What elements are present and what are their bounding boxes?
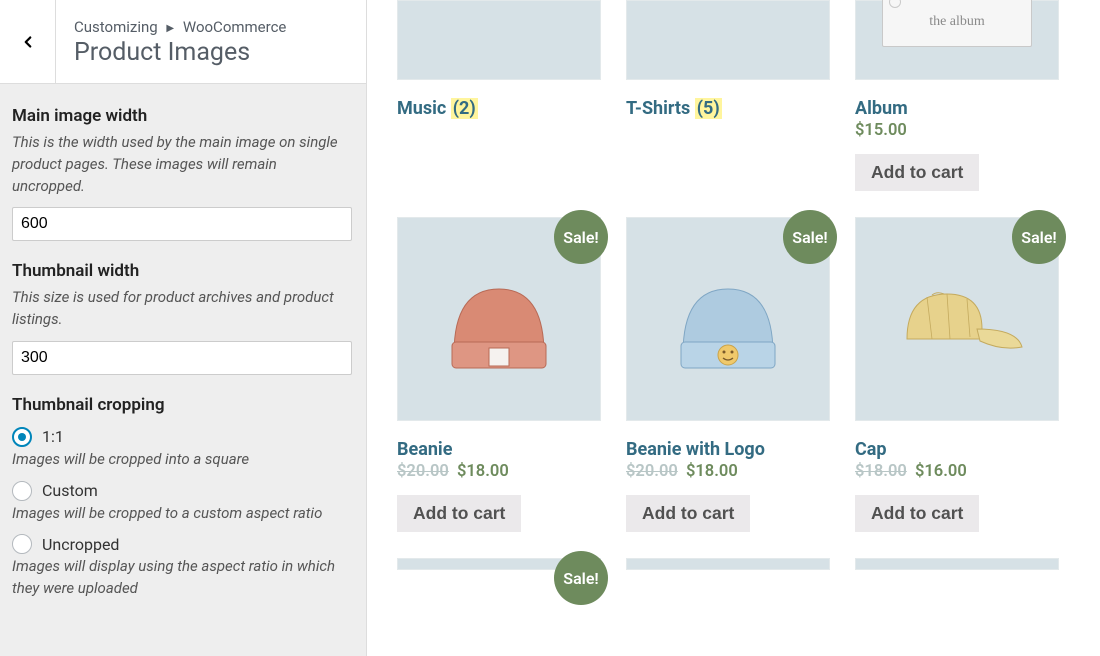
product-image	[855, 558, 1059, 570]
radio-uncropped-label: Uncropped	[42, 535, 119, 554]
page-title: Product Images	[74, 38, 286, 67]
product-image: Sale!	[397, 217, 601, 421]
sale-badge: Sale!	[1012, 210, 1066, 264]
product-image-link[interactable]: Sale!	[626, 217, 830, 421]
category-count: (2)	[451, 98, 478, 119]
product-title: Album	[855, 98, 1059, 119]
price-value: $15.00	[855, 121, 907, 140]
add-to-cart-button[interactable]: Add to cart	[626, 495, 750, 532]
thumbnail-width-input[interactable]	[12, 341, 352, 375]
product-image-link[interactable]: Sale!	[397, 217, 601, 421]
new-price: $18.00	[686, 462, 738, 481]
old-price: $20.00	[626, 462, 678, 481]
product-image: Sale!	[397, 558, 601, 570]
category-title: T-Shirts (5)	[626, 98, 830, 119]
radio-custom-label: Custom	[42, 481, 98, 500]
beanie-logo-icon	[663, 264, 793, 374]
add-to-cart-button[interactable]: Add to cart	[855, 495, 979, 532]
product-price: $20.00 $18.00	[626, 462, 830, 481]
product-title: Cap	[855, 439, 1059, 460]
thumbnail-cropping-label: Thumbnail cropping	[12, 395, 352, 415]
product-card-cap: Sale! Cap $18.00 $16.00 Add to cart	[855, 217, 1059, 532]
sale-badge: Sale!	[554, 210, 608, 264]
product-title: Beanie with Logo	[626, 439, 830, 460]
sidebar-header: Customizing ▶ WooCommerce Product Images	[0, 0, 366, 84]
customizer-sidebar: Customizing ▶ WooCommerce Product Images…	[0, 0, 367, 656]
main-image-width-input[interactable]	[12, 207, 352, 241]
product-image-link[interactable]: the album	[855, 0, 1059, 80]
album-cover-icon: the album	[882, 0, 1032, 47]
cap-icon	[882, 269, 1032, 369]
product-card-peek	[626, 558, 830, 570]
chevron-left-icon	[19, 33, 37, 51]
product-card-album: the album Album $15.00 Add to cart	[855, 0, 1059, 191]
product-image-link[interactable]: Sale!	[855, 217, 1059, 421]
category-count: (5)	[695, 98, 722, 119]
sidebar-title-block: Customizing ▶ WooCommerce Product Images	[56, 0, 304, 83]
radio-uncropped[interactable]	[12, 534, 32, 554]
album-cover-text: the album	[929, 14, 985, 30]
breadcrumb: Customizing ▶ WooCommerce	[74, 18, 286, 36]
radio-1-1[interactable]	[12, 427, 32, 447]
main-image-width-label: Main image width	[12, 106, 352, 126]
radio-custom-desc: Images will be cropped to a custom aspec…	[12, 503, 352, 525]
old-price: $20.00	[397, 462, 449, 481]
product-price: $18.00 $16.00	[855, 462, 1059, 481]
cropping-option-custom[interactable]: Custom	[12, 481, 352, 501]
cropping-option-1-1[interactable]: 1:1	[12, 427, 352, 447]
product-image	[626, 558, 830, 570]
back-button[interactable]	[0, 0, 56, 83]
preview-pane: Music (2) T-Shirts (5) the album Album $…	[367, 0, 1100, 656]
sale-badge: Sale!	[554, 551, 608, 605]
category-image	[626, 0, 830, 80]
main-image-width-desc: This is the width used by the main image…	[12, 132, 352, 197]
breadcrumb-separator-icon: ▶	[166, 23, 174, 34]
beanie-icon	[434, 264, 564, 374]
product-price: $15.00	[855, 121, 1059, 140]
product-image: Sale!	[855, 217, 1059, 421]
product-card-beanie-logo: Sale! Beanie with Logo $20.00 $18.00 Add…	[626, 217, 830, 532]
product-image: the album	[855, 0, 1059, 80]
cropping-option-uncropped[interactable]: Uncropped	[12, 534, 352, 554]
add-to-cart-button[interactable]: Add to cart	[397, 495, 521, 532]
thumbnail-width-label: Thumbnail width	[12, 261, 352, 281]
product-card-peek	[855, 558, 1059, 570]
product-grid: Music (2) T-Shirts (5) the album Album $…	[397, 0, 1070, 570]
category-card-music[interactable]: Music (2)	[397, 0, 601, 191]
product-card-beanie: Sale! Beanie $20.00 $18.00 Add to cart	[397, 217, 601, 532]
radio-uncropped-desc: Images will display using the aspect rat…	[12, 556, 352, 600]
new-price: $18.00	[457, 462, 509, 481]
product-card-peek: Sale!	[397, 558, 601, 570]
radio-1-1-label: 1:1	[42, 427, 64, 446]
category-name: T-Shirts	[626, 98, 690, 119]
add-to-cart-button[interactable]: Add to cart	[855, 154, 979, 191]
sidebar-body: Main image width This is the width used …	[0, 84, 366, 624]
old-price: $18.00	[855, 462, 907, 481]
product-image: Sale!	[626, 217, 830, 421]
new-price: $16.00	[915, 462, 967, 481]
breadcrumb-root: Customizing	[74, 18, 158, 36]
category-title: Music (2)	[397, 98, 601, 119]
thumbnail-width-desc: This size is used for product archives a…	[12, 287, 352, 331]
product-price: $20.00 $18.00	[397, 462, 601, 481]
category-card-tshirts[interactable]: T-Shirts (5)	[626, 0, 830, 191]
product-title: Beanie	[397, 439, 601, 460]
category-image	[397, 0, 601, 80]
category-name: Music	[397, 98, 446, 119]
sale-badge: Sale!	[783, 210, 837, 264]
breadcrumb-section: WooCommerce	[183, 18, 287, 36]
radio-1-1-desc: Images will be cropped into a square	[12, 449, 352, 471]
radio-custom[interactable]	[12, 481, 32, 501]
